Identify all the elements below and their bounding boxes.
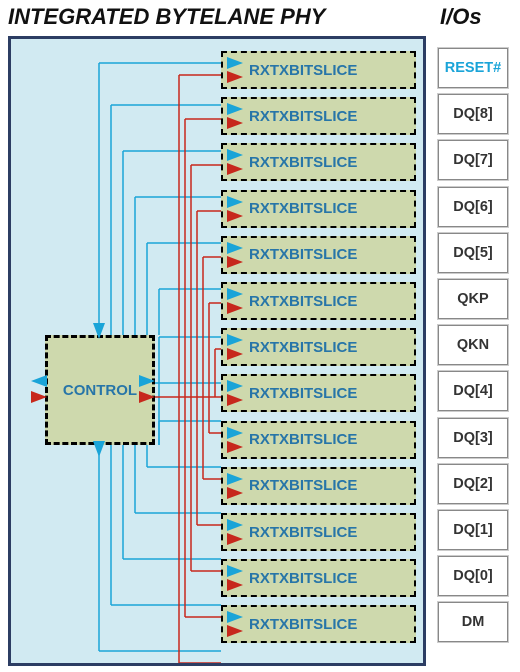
bitslice-block: RXTXBITSLICE: [221, 282, 416, 320]
bitslice-label: RXTXBITSLICE: [249, 339, 357, 356]
bitslice-label: RXTXBITSLICE: [249, 431, 357, 448]
io-pin: DQ[5]: [438, 233, 508, 273]
io-pin: QKP: [438, 279, 508, 319]
io-label: DQ[6]: [453, 199, 492, 215]
slice-red-arrow-icon: [227, 117, 243, 129]
bitslice-block: RXTXBITSLICE: [221, 421, 416, 459]
io-pin: DM: [438, 602, 508, 642]
io-label: DQ[4]: [453, 383, 492, 399]
slice-blue-arrow-icon: [227, 473, 243, 485]
slice-red-arrow-icon: [227, 441, 243, 453]
bitslice-block: RXTXBITSLICE: [221, 513, 416, 551]
bitslice-label: RXTXBITSLICE: [249, 108, 357, 125]
io-pin: DQ[6]: [438, 187, 508, 227]
io-reset: RESET#: [438, 48, 508, 88]
slice-blue-arrow-icon: [227, 565, 243, 577]
io-label: DQ[0]: [453, 568, 492, 584]
bitslice-label: RXTXBITSLICE: [249, 62, 357, 79]
bitslice-label: RXTXBITSLICE: [249, 616, 357, 633]
slice-red-arrow-icon: [227, 487, 243, 499]
io-label: QKP: [457, 291, 488, 307]
slice-red-arrow-icon: [227, 210, 243, 222]
slice-red-arrow-icon: [227, 394, 243, 406]
bitslice-block: RXTXBITSLICE: [221, 97, 416, 135]
bitslice-label: RXTXBITSLICE: [249, 293, 357, 310]
io-pin: DQ[4]: [438, 371, 508, 411]
bitslice-block: RXTXBITSLICE: [221, 605, 416, 643]
io-label: DM: [462, 614, 485, 630]
io-label: DQ[8]: [453, 106, 492, 122]
ctrl-arrow-left-blue-icon: [31, 375, 47, 387]
io-label: DQ[5]: [453, 245, 492, 261]
bitslice-block: RXTXBITSLICE: [221, 374, 416, 412]
io-label: DQ[1]: [453, 522, 492, 538]
ctrl-arrow-top-icon: [93, 323, 105, 339]
slice-blue-arrow-icon: [227, 196, 243, 208]
bitslice-block: RXTXBITSLICE: [221, 51, 416, 89]
slice-red-arrow-icon: [227, 579, 243, 591]
slice-red-arrow-icon: [227, 533, 243, 545]
io-label: DQ[2]: [453, 476, 492, 492]
io-pin: DQ[2]: [438, 464, 508, 504]
bitslice-label: RXTXBITSLICE: [249, 524, 357, 541]
bitslice-block: RXTXBITSLICE: [221, 467, 416, 505]
bitslice-block: RXTXBITSLICE: [221, 190, 416, 228]
slice-red-arrow-icon: [227, 625, 243, 637]
slice-blue-arrow-icon: [227, 611, 243, 623]
io-pin: DQ[3]: [438, 418, 508, 458]
io-pin: DQ[8]: [438, 94, 508, 134]
io-pin: DQ[0]: [438, 556, 508, 596]
slice-red-arrow-icon: [227, 302, 243, 314]
io-label: QKN: [457, 337, 489, 353]
bitslice-label: RXTXBITSLICE: [249, 246, 357, 263]
control-label: CONTROL: [63, 382, 137, 399]
phy-title: INTEGRATED BYTELANE PHY: [8, 4, 440, 30]
slice-blue-arrow-icon: [227, 334, 243, 346]
slice-blue-arrow-icon: [227, 242, 243, 254]
bitslice-label: RXTXBITSLICE: [249, 570, 357, 587]
ios-title: I/Os: [440, 4, 512, 30]
ctrl-arrow-bottom-icon: [93, 441, 105, 457]
slice-red-arrow-icon: [227, 163, 243, 175]
io-column: RESET# DQ[8] DQ[7] DQ[6] DQ[5] QKP QKN DQ[4] DQ[…: [438, 36, 508, 648]
ctrl-arrow-right-blue-icon: [139, 375, 155, 387]
io-pin: QKN: [438, 325, 508, 365]
io-pin: DQ[1]: [438, 510, 508, 550]
slice-blue-arrow-icon: [227, 103, 243, 115]
io-label: DQ[3]: [453, 430, 492, 446]
bitslice-block: RXTXBITSLICE: [221, 236, 416, 274]
slice-blue-arrow-icon: [227, 288, 243, 300]
control-block: CONTROL: [45, 335, 155, 445]
phy-block: CONTROL RXTXBITSLICE RXTXBITSLICE RXTXBITS…: [8, 36, 426, 666]
slice-blue-arrow-icon: [227, 427, 243, 439]
bitslice-block: RXTXBITSLICE: [221, 559, 416, 597]
slice-red-arrow-icon: [227, 256, 243, 268]
bitslice-label: RXTXBITSLICE: [249, 200, 357, 217]
slice-blue-arrow-icon: [227, 149, 243, 161]
bitslice-block: RXTXBITSLICE: [221, 328, 416, 366]
slice-blue-arrow-icon: [227, 57, 243, 69]
bitslice-label: RXTXBITSLICE: [249, 477, 357, 494]
slice-red-arrow-icon: [227, 71, 243, 83]
ctrl-arrow-right-red-icon: [139, 391, 155, 403]
slice-blue-arrow-icon: [227, 380, 243, 392]
bitslice-label: RXTXBITSLICE: [249, 154, 357, 171]
slice-red-arrow-icon: [227, 348, 243, 360]
io-pin: DQ[7]: [438, 140, 508, 180]
slice-blue-arrow-icon: [227, 519, 243, 531]
bitslice-label: RXTXBITSLICE: [249, 385, 357, 402]
io-label: RESET#: [445, 60, 501, 76]
ctrl-arrow-left-red-icon: [31, 391, 47, 403]
bitslice-block: RXTXBITSLICE: [221, 143, 416, 181]
io-label: DQ[7]: [453, 152, 492, 168]
